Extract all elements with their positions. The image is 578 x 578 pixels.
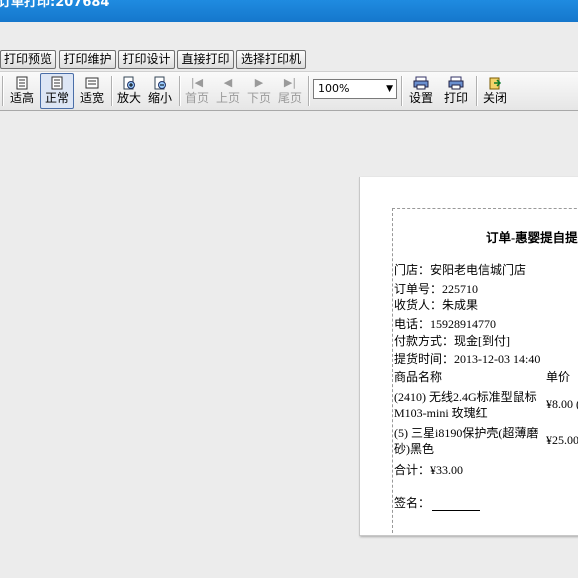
zoom-in-icon [121, 76, 137, 90]
prev-page-button[interactable]: ◀ 上页 [214, 74, 242, 108]
signature-blank [432, 499, 481, 511]
toolbar-separator [179, 76, 181, 106]
receiver-line: 收货人：朱成果 [394, 298, 479, 312]
payment-line: 付款方式：现金[到付] [394, 334, 510, 348]
window-title: 订单打印:207684 [0, 0, 110, 10]
toolbar-separator [308, 76, 310, 106]
fit-width-button[interactable]: 适宽 [77, 74, 107, 108]
normal-size-button[interactable]: 正常 [40, 73, 74, 109]
zoom-out-button[interactable]: 缩小 [146, 74, 174, 108]
window-title-bar: 订单打印:207684 [0, 0, 578, 22]
print-maintenance-button[interactable]: 打印维护 [59, 50, 116, 69]
last-page-icon: ▶| [283, 76, 297, 89]
first-page-icon: |◀ [190, 76, 204, 89]
fit-height-icon [14, 76, 30, 90]
document-title: 订单-惠婴提自提 [486, 231, 578, 245]
print-button[interactable]: 打印 [441, 74, 471, 108]
next-page-icon: ▶ [254, 76, 264, 89]
chevron-down-icon: ▼ [386, 84, 393, 94]
toolbar-separator [111, 76, 113, 106]
first-page-button[interactable]: |◀ 首页 [183, 74, 211, 108]
column-header-price: 单价 [546, 370, 571, 384]
column-header-name: 商品名称 [394, 370, 443, 384]
item-2-name-line1: (5) 三星i8190保护壳(超薄磨 [394, 426, 539, 440]
prev-page-icon: ◀ [223, 76, 233, 89]
zoom-select[interactable]: 100% ▼ [313, 79, 397, 99]
print-preview-button[interactable]: 打印预览 [0, 50, 56, 69]
phone-line: 电话：15928914770 [394, 317, 497, 331]
direct-print-button[interactable]: 直接打印 [177, 50, 234, 69]
order-no-line: 订单号：225710 [394, 282, 479, 296]
signature-line: 签名： [394, 494, 481, 511]
margin-guide-top [392, 208, 578, 209]
toolbar-separator [2, 76, 4, 106]
item-2-price: ¥25.00 [546, 433, 578, 447]
item-2-name-line2: 砂)黑色 [394, 442, 434, 456]
print-design-button[interactable]: 打印设计 [118, 50, 175, 69]
print-preview-page: 订单-惠婴提自提 门店：安阳老电信城门店 订单号：225710 收货人：朱成果 … [359, 177, 578, 536]
printer-icon [448, 76, 464, 90]
store-line: 门店：安阳老电信城门店 [394, 263, 527, 277]
margin-guide-left [392, 208, 393, 535]
fit-width-icon [84, 76, 100, 90]
item-1-name-line2: M103-mini 玫瑰红 [394, 406, 488, 420]
toolbar-separator [476, 76, 478, 106]
fit-height-button[interactable]: 适高 [7, 74, 37, 108]
next-page-button[interactable]: ▶ 下页 [245, 74, 273, 108]
toolbar-separator [401, 76, 403, 106]
item-1-price: ¥8.00 ( [546, 397, 578, 411]
signature-label: 签名： [394, 496, 431, 510]
settings-button[interactable]: 设置 [406, 74, 436, 108]
preview-toolbar: 适高 正常 适宽 放大 缩小 |◀ 首页 ◀ 上页 ▶ 下页 ▶| 尾页 设置 [0, 71, 578, 111]
item-1-name-line1: (2410) 无线2.4G标准型鼠标 [394, 390, 537, 404]
zoom-out-icon [152, 76, 168, 90]
select-printer-button[interactable]: 选择打印机 [236, 50, 306, 69]
normal-size-icon [49, 76, 65, 90]
printer-settings-icon [413, 76, 429, 90]
zoom-in-button[interactable]: 放大 [115, 74, 143, 108]
last-page-button[interactable]: ▶| 尾页 [276, 74, 304, 108]
pickup-time-line: 提货时间：2013-12-03 14:40 [394, 352, 541, 366]
close-button[interactable]: 关闭 [481, 74, 509, 108]
total-line: 合计：¥33.00 [394, 463, 464, 477]
close-door-icon [487, 76, 503, 90]
